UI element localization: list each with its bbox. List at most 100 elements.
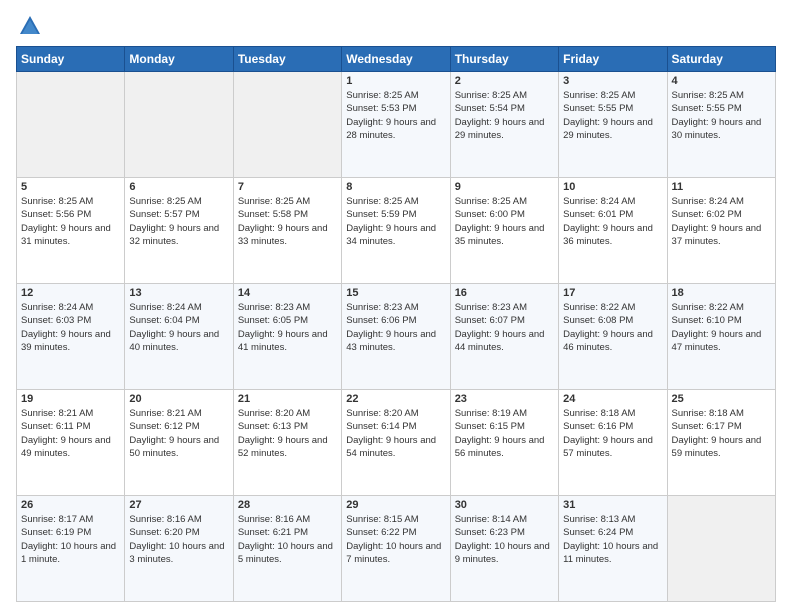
- sunset-text: Sunset: 5:57 PM: [129, 209, 199, 220]
- sunset-text: Sunset: 6:24 PM: [563, 527, 633, 538]
- calendar-week-row: 19 Sunrise: 8:21 AM Sunset: 6:11 PM Dayligh…: [17, 390, 776, 496]
- sunset-text: Sunset: 6:05 PM: [238, 315, 308, 326]
- daylight-text: Daylight: 9 hours and 49 minutes.: [21, 435, 111, 459]
- sunset-text: Sunset: 5:54 PM: [455, 103, 525, 114]
- cell-content: Sunrise: 8:18 AMSunset: 6:16 PMDaylight:…: [563, 407, 662, 460]
- sunset-text: Sunset: 5:53 PM: [346, 103, 416, 114]
- daylight-text: Daylight: 9 hours and 40 minutes.: [129, 329, 219, 353]
- header-day: Tuesday: [233, 47, 341, 72]
- calendar-cell: 30Sunrise: 8:14 AMSunset: 6:23 PMDayligh…: [450, 496, 558, 602]
- calendar-cell: 18 Sunrise: 8:22 AMSunset: 6:10 PMDayligh…: [667, 284, 775, 390]
- sunset-text: Sunset: 6:04 PM: [129, 315, 199, 326]
- calendar-cell: 31Sunrise: 8:13 AMSunset: 6:24 PMDayligh…: [559, 496, 667, 602]
- cell-content: Sunrise: 8:13 AMSunset: 6:24 PMDaylight:…: [563, 513, 662, 566]
- sunset-text: Sunset: 6:00 PM: [455, 209, 525, 220]
- sunrise-text: Sunrise: 8:25 AM: [21, 196, 93, 207]
- sunrise-text: Sunrise: 8:24 AM: [129, 302, 201, 313]
- sunset-text: Sunset: 6:06 PM: [346, 315, 416, 326]
- calendar-cell: 15Sunrise: 8:23 AMSunset: 6:06 PMDayligh…: [342, 284, 450, 390]
- day-number: 19: [21, 393, 120, 405]
- sunset-text: Sunset: 6:01 PM: [563, 209, 633, 220]
- calendar-cell: 22Sunrise: 8:20 AMSunset: 6:14 PMDayligh…: [342, 390, 450, 496]
- cell-content: Sunrise: 8:20 AMSunset: 6:14 PMDaylight:…: [346, 407, 445, 460]
- day-number: 7: [238, 181, 337, 193]
- sunset-text: Sunset: 6:23 PM: [455, 527, 525, 538]
- day-number: 10: [563, 181, 662, 193]
- cell-content: Sunrise: 8:19 AMSunset: 6:15 PMDaylight:…: [455, 407, 554, 460]
- calendar-week-row: 12Sunrise: 8:24 AMSunset: 6:03 PMDayligh…: [17, 284, 776, 390]
- calendar-cell: 11Sunrise: 8:24 AMSunset: 6:02 PMDayligh…: [667, 178, 775, 284]
- sunrise-text: Sunrise: 8:22 AM: [563, 302, 635, 313]
- calendar-cell: 21Sunrise: 8:20 AMSunset: 6:13 PMDayligh…: [233, 390, 341, 496]
- calendar-cell: 29Sunrise: 8:15 AMSunset: 6:22 PMDayligh…: [342, 496, 450, 602]
- cell-content: Sunrise: 8:25 AMSunset: 5:57 PMDaylight:…: [129, 195, 228, 248]
- sunrise-text: Sunrise: 8:24 AM: [563, 196, 635, 207]
- sunrise-text: Sunrise: 8:23 AM: [238, 302, 310, 313]
- day-number: 13: [129, 287, 228, 299]
- cell-content: Sunrise: 8:16 AMSunset: 6:21 PMDaylight:…: [238, 513, 337, 566]
- cell-content: Sunrise: 8:24 AM Sunset: 6:04 PM Daylight:…: [129, 301, 228, 354]
- daylight-text: Daylight: 10 hours and 5 minutes.: [238, 541, 333, 565]
- daylight-text: Daylight: 9 hours and 36 minutes.: [563, 223, 653, 247]
- calendar-cell: 16Sunrise: 8:23 AMSunset: 6:07 PMDayligh…: [450, 284, 558, 390]
- logo-icon: [16, 12, 44, 40]
- sunset-text: Sunset: 5:58 PM: [238, 209, 308, 220]
- calendar-cell: 19 Sunrise: 8:21 AM Sunset: 6:11 PM Dayligh…: [17, 390, 125, 496]
- sunset-text: Sunset: 6:14 PM: [346, 421, 416, 432]
- logo: [16, 12, 48, 40]
- header-day: Monday: [125, 47, 233, 72]
- cell-content: Sunrise: 8:22 AMSunset: 6:10 PMDaylight:…: [672, 301, 771, 354]
- daylight-text: Daylight: 9 hours and 28 minutes.: [346, 117, 436, 141]
- sunrise-text: Sunrise: 8:23 AM: [455, 302, 527, 313]
- calendar-cell: 12Sunrise: 8:24 AMSunset: 6:03 PMDayligh…: [17, 284, 125, 390]
- daylight-text: Daylight: 10 hours and 9 minutes.: [455, 541, 550, 565]
- daylight-text: Daylight: 9 hours and 31 minutes.: [21, 223, 111, 247]
- daylight-text: Daylight: 9 hours and 44 minutes.: [455, 329, 545, 353]
- cell-content: Sunrise: 8:14 AMSunset: 6:23 PMDaylight:…: [455, 513, 554, 566]
- sunset-text: Sunset: 6:20 PM: [129, 527, 199, 538]
- sunrise-text: Sunrise: 8:16 AM: [238, 514, 310, 525]
- cell-content: Sunrise: 8:15 AMSunset: 6:22 PMDaylight:…: [346, 513, 445, 566]
- sunrise-text: Sunrise: 8:20 AM: [346, 408, 418, 419]
- calendar-cell: 4Sunrise: 8:25 AMSunset: 5:55 PMDaylight…: [667, 72, 775, 178]
- day-number: 14: [238, 287, 337, 299]
- sunset-text: Sunset: 6:17 PM: [672, 421, 742, 432]
- day-number: 11: [672, 181, 771, 193]
- sunset-text: Sunset: 6:10 PM: [672, 315, 742, 326]
- daylight-text: Daylight: 9 hours and 29 minutes.: [455, 117, 545, 141]
- header-day: Sunday: [17, 47, 125, 72]
- day-number: 18: [672, 287, 771, 299]
- calendar-cell: 27Sunrise: 8:16 AMSunset: 6:20 PMDayligh…: [125, 496, 233, 602]
- sunset-text: Sunset: 6:11 PM: [21, 421, 91, 432]
- cell-content: Sunrise: 8:17 AMSunset: 6:19 PMDaylight:…: [21, 513, 120, 566]
- day-number: 26: [21, 499, 120, 511]
- sunset-text: Sunset: 5:59 PM: [346, 209, 416, 220]
- sunrise-text: Sunrise: 8:24 AM: [21, 302, 93, 313]
- daylight-text: Daylight: 9 hours and 50 minutes.: [129, 435, 219, 459]
- daylight-text: Daylight: 10 hours and 3 minutes.: [129, 541, 224, 565]
- calendar-cell: 2Sunrise: 8:25 AMSunset: 5:54 PMDaylight…: [450, 72, 558, 178]
- calendar-cell: 24Sunrise: 8:18 AMSunset: 6:16 PMDayligh…: [559, 390, 667, 496]
- calendar-cell: 23 Sunrise: 8:19 AMSunset: 6:15 PMDayligh…: [450, 390, 558, 496]
- calendar-cell: 5Sunrise: 8:25 AMSunset: 5:56 PMDaylight…: [17, 178, 125, 284]
- calendar-cell: 20Sunrise: 8:21 AMSunset: 6:12 PMDayligh…: [125, 390, 233, 496]
- sunset-text: Sunset: 6:02 PM: [672, 209, 742, 220]
- sunrise-text: Sunrise: 8:25 AM: [455, 90, 527, 101]
- sunrise-text: Sunrise: 8:25 AM: [672, 90, 744, 101]
- day-number: 23: [455, 393, 554, 405]
- page: SundayMondayTuesdayWednesdayThursdayFrid…: [0, 0, 792, 612]
- daylight-text: Daylight: 9 hours and 43 minutes.: [346, 329, 436, 353]
- sunset-text: Sunset: 6:08 PM: [563, 315, 633, 326]
- daylight-text: Daylight: 10 hours and 11 minutes.: [563, 541, 658, 565]
- sunrise-text: Sunrise: 8:25 AM: [563, 90, 635, 101]
- sunrise-text: Sunrise: 8:21 AM: [21, 408, 93, 419]
- daylight-text: Daylight: 9 hours and 34 minutes.: [346, 223, 436, 247]
- sunset-text: Sunset: 6:03 PM: [21, 315, 91, 326]
- calendar-cell: [125, 72, 233, 178]
- calendar-week-row: 26 Sunrise: 8:17 AMSunset: 6:19 PMDayligh…: [17, 496, 776, 602]
- calendar-cell: 26 Sunrise: 8:17 AMSunset: 6:19 PMDayligh…: [17, 496, 125, 602]
- cell-content: Sunrise: 8:23 AMSunset: 6:07 PMDaylight:…: [455, 301, 554, 354]
- daylight-text: Daylight: 9 hours and 32 minutes.: [129, 223, 219, 247]
- daylight-text: Daylight: 9 hours and 39 minutes.: [21, 329, 111, 353]
- cell-content: Sunrise: 8:21 AMSunset: 6:12 PMDaylight:…: [129, 407, 228, 460]
